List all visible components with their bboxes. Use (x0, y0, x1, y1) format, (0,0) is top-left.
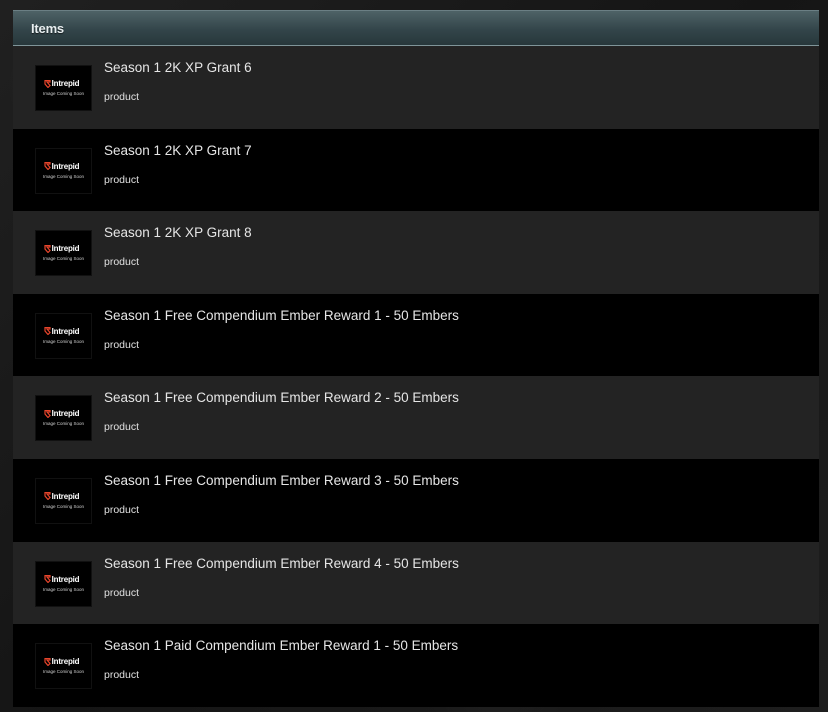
intrepid-logo: Intrepid (44, 79, 80, 88)
items-panel: Items Intrepid Image Coming Soon Season 1 … (13, 10, 819, 712)
thumbnail-caption: Image Coming Soon (42, 91, 85, 96)
logo-text: Intrepid (51, 244, 80, 254)
logo-mark-icon (44, 409, 51, 418)
logo-text: Intrepid (51, 79, 80, 88)
logo-mark-icon (44, 244, 51, 253)
list-item[interactable]: Intrepid Image Coming Soon Season 1 Free C… (13, 376, 819, 459)
logo-mark-icon (44, 492, 51, 501)
item-type-label: product (104, 256, 140, 269)
list-item[interactable]: Intrepid Image Coming Soon Season 1 2K XP … (13, 211, 819, 294)
logo-mark-icon (44, 162, 51, 171)
logo-mark-icon (44, 327, 51, 336)
intrepid-logo: Intrepid (44, 575, 80, 584)
item-name-link[interactable]: Season 1 Free Compendium Ember Reward 4 … (104, 556, 459, 572)
item-type-label: product (104, 503, 140, 516)
item-thumbnail[interactable]: Intrepid Image Coming Soon (35, 395, 92, 442)
item-thumbnail[interactable]: Intrepid Image Coming Soon (35, 560, 92, 607)
intrepid-logo: Intrepid (44, 244, 80, 253)
thumbnail-caption: Image Coming Soon (42, 421, 85, 427)
logo-text: Intrepid (51, 161, 80, 171)
item-name-link[interactable]: Season 1 2K XP Grant 7 (104, 143, 252, 159)
item-thumbnail[interactable]: Intrepid Image Coming Soon (35, 312, 92, 359)
logo-text: Intrepid (51, 326, 80, 336)
item-name-link[interactable]: Season 1 2K XP Grant 8 (104, 225, 252, 241)
item-type-label: product (104, 338, 140, 351)
item-name-link[interactable]: Season 1 Paid Compendium Ember Reward 1 … (104, 638, 458, 654)
item-thumbnail[interactable]: Intrepid Image Coming Soon (35, 147, 92, 194)
item-thumbnail[interactable]: Intrepid Image Coming Soon (35, 65, 92, 111)
logo-mark-icon (44, 657, 51, 666)
item-type-label: product (104, 586, 140, 599)
thumbnail-caption: Image Coming Soon (42, 586, 85, 592)
intrepid-logo: Intrepid (44, 657, 80, 666)
list-item[interactable]: Intrepid Image Coming Soon Season 1 2K XP … (13, 46, 819, 129)
item-thumbnail[interactable]: Intrepid Image Coming Soon (35, 230, 92, 277)
item-type-label: product (104, 421, 140, 434)
intrepid-logo: Intrepid (44, 409, 80, 418)
item-type-label: product (104, 91, 140, 103)
item-name-link[interactable]: Season 1 2K XP Grant 6 (104, 60, 252, 76)
item-name-link[interactable]: Season 1 Free Compendium Ember Reward 3 … (104, 473, 459, 489)
item-thumbnail[interactable]: Intrepid Image Coming Soon (35, 643, 92, 690)
thumbnail-caption: Image Coming Soon (42, 503, 85, 509)
item-type-label: product (104, 173, 140, 186)
thumbnail-caption: Image Coming Soon (42, 669, 85, 675)
logo-mark-icon (44, 79, 51, 88)
list-item[interactable]: Intrepid Image Coming Soon Season 1 Free C… (13, 293, 819, 377)
item-thumbnail[interactable]: Intrepid Image Coming Soon (35, 477, 92, 524)
panel-title: Items (31, 20, 64, 36)
intrepid-logo: Intrepid (44, 492, 80, 501)
thumbnail-caption: Image Coming Soon (42, 173, 85, 179)
list-item[interactable]: Intrepid Image Coming Soon Season 1 2K XP … (13, 128, 819, 212)
list-item[interactable]: Intrepid Image Coming Soon Season 1 Free C… (13, 541, 819, 625)
thumbnail-caption: Image Coming Soon (42, 256, 85, 262)
logo-text: Intrepid (51, 491, 80, 501)
logo-text: Intrepid (51, 409, 80, 419)
list-item[interactable]: Intrepid Image Coming Soon Season 1 Paid C… (13, 624, 819, 707)
logo-text: Intrepid (51, 574, 80, 584)
item-name-link[interactable]: Season 1 Free Compendium Ember Reward 1 … (104, 308, 459, 324)
item-name-link[interactable]: Season 1 Free Compendium Ember Reward 2 … (104, 390, 459, 406)
item-list: Intrepid Image Coming Soon Season 1 2K XP … (13, 46, 819, 707)
items-panel-header: Items (13, 10, 819, 46)
intrepid-logo: Intrepid (44, 162, 80, 171)
logo-text: Intrepid (51, 657, 80, 667)
intrepid-logo: Intrepid (44, 327, 80, 336)
thumbnail-caption: Image Coming Soon (42, 338, 85, 344)
list-item[interactable]: Intrepid Image Coming Soon Season 1 Free C… (13, 458, 819, 542)
logo-mark-icon (44, 575, 51, 584)
item-type-label: product (104, 669, 140, 682)
